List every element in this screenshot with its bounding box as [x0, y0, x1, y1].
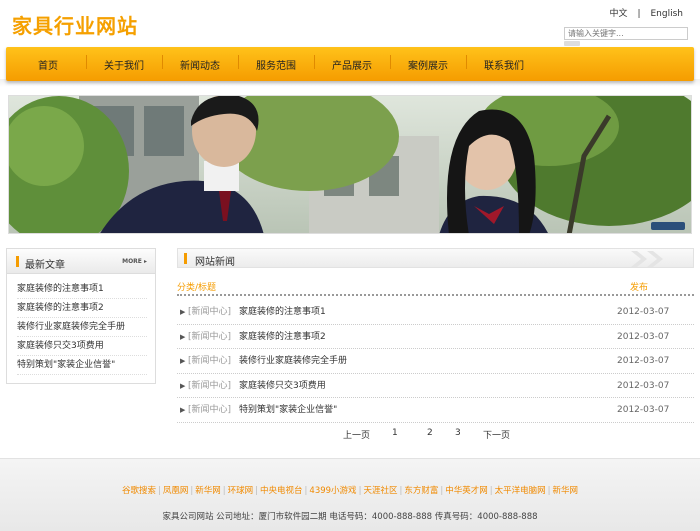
arrow-right-icon: ▶: [180, 381, 186, 390]
latest-articles-header: 最新文章 MORE ▸: [7, 249, 155, 274]
header-accent-bar: [16, 256, 19, 267]
link-separator: |: [489, 486, 493, 496]
footer-link[interactable]: 谷歌搜索: [122, 486, 156, 496]
link-separator: |: [547, 486, 551, 496]
footer-link[interactable]: 凤凰网: [163, 486, 189, 496]
page-link-2[interactable]: 2: [427, 428, 433, 438]
nav-item-home[interactable]: 首页: [10, 57, 86, 72]
news-title-link[interactable]: 家庭装修的注意事项2: [239, 325, 326, 349]
news-row[interactable]: ▶ [新闻中心] 家庭装修的注意事项1 2012-03-07: [177, 300, 694, 325]
article-link[interactable]: 家庭装修的注意事项2: [17, 299, 147, 318]
news-date: 2012-03-07: [617, 380, 670, 391]
news-category[interactable]: [新闻中心]: [188, 398, 231, 422]
column-title-header: 分类/标题: [177, 283, 217, 293]
more-link[interactable]: MORE ▸: [122, 258, 147, 265]
hero-banner: [8, 95, 692, 234]
latest-articles-title: 最新文章: [25, 260, 65, 271]
news-row[interactable]: ▶ [新闻中心] 特别策划"家装企业信誉" 2012-03-07: [177, 398, 694, 423]
site-news-panel: 网站新闻 分类/标题 发布 ▶ [新闻中心] 家庭装修的注意事项1 2012-0…: [177, 248, 694, 441]
footer-link[interactable]: 东方财富: [404, 486, 438, 496]
page-link-1[interactable]: 1: [392, 428, 398, 438]
site-logo[interactable]: 家具行业网站: [12, 10, 138, 39]
arrow-right-icon: ▶: [180, 406, 186, 414]
nav-item-news[interactable]: 新闻动态: [162, 54, 238, 72]
link-separator: |: [358, 486, 362, 496]
prev-page-link[interactable]: 上一页: [343, 428, 370, 441]
nav-item-about[interactable]: 关于我们: [86, 54, 162, 72]
lang-english-link[interactable]: English: [651, 9, 684, 19]
article-link[interactable]: 家庭装修只交3项费用: [17, 337, 147, 356]
news-date: 2012-03-07: [617, 356, 670, 366]
page-link-3[interactable]: 3: [455, 428, 461, 438]
lang-chinese-link[interactable]: 中文: [609, 9, 627, 19]
news-category[interactable]: [新闻中心]: [188, 374, 231, 398]
link-separator: |: [157, 486, 161, 496]
news-list: ▶ [新闻中心] 家庭装修的注意事项1 2012-03-07 ▶ [新闻中心] …: [177, 300, 694, 423]
news-table-header: 分类/标题 发布: [177, 280, 694, 296]
next-page-link[interactable]: 下一页: [483, 428, 510, 441]
news-category[interactable]: [新闻中心]: [188, 325, 231, 349]
news-category[interactable]: [新闻中心]: [188, 300, 231, 324]
search-button[interactable]: [564, 41, 580, 46]
footer-link[interactable]: 新华网: [553, 486, 579, 496]
news-row[interactable]: ▶ [新闻中心] 装修行业家庭装修完全手册 2012-03-07: [177, 349, 694, 374]
nav-item-contact[interactable]: 联系我们: [466, 54, 542, 72]
news-date: 2012-03-07: [617, 331, 670, 342]
news-row[interactable]: ▶ [新闻中心] 家庭装修只交3项费用 2012-03-07: [177, 374, 694, 398]
article-link[interactable]: 家庭装修的注意事项1: [17, 280, 147, 299]
footer-contact-info: 家具公司网站 公司地址：厦门市软件园二期 电话号码：4000-888-888 传…: [162, 512, 538, 522]
friend-links: 谷歌搜索 | 凤凰网 | 新华网 | 环球网 | 中央电视台 | 4399小游戏 | 天涯社区 | 东方财富…: [0, 484, 700, 496]
article-link[interactable]: 特别策划"家装企业信誉": [17, 356, 147, 375]
nav-item-products[interactable]: 产品展示: [314, 54, 390, 72]
news-date: 2012-03-07: [617, 405, 670, 415]
header-accent-bar: [184, 253, 187, 264]
latest-articles-panel: 最新文章 MORE ▸ 家庭装修的注意事项1 家庭装修的注意事项2 装修行业家庭…: [6, 248, 156, 384]
arrow-right-icon: ▶: [180, 308, 186, 316]
main-nav: 首页 关于我们 新闻动态 服务范围 产品展示 案例展示 联系我们: [6, 47, 694, 81]
site-footer: 谷歌搜索 | 凤凰网 | 新华网 | 环球网 | 中央电视台 | 4399小游戏 | 天涯社区 | 东方财富…: [0, 458, 700, 531]
banner-photo: [9, 96, 691, 233]
news-title-link[interactable]: 家庭装修的注意事项1: [239, 300, 326, 324]
article-link[interactable]: 装修行业家庭装修完全手册: [17, 318, 147, 337]
footer-link[interactable]: 天涯社区: [363, 486, 397, 496]
arrow-right-icon: ▶: [180, 357, 186, 365]
news-title-link[interactable]: 装修行业家庭装修完全手册: [239, 349, 347, 373]
chevron-right-icon: [631, 251, 663, 267]
footer-link[interactable]: 太平洋电脑网: [495, 486, 546, 496]
nav-item-services[interactable]: 服务范围: [238, 54, 314, 72]
news-date: 2012-03-07: [617, 307, 670, 317]
footer-link[interactable]: 中央电视台: [260, 486, 303, 496]
footer-link[interactable]: 中华英才网: [445, 486, 488, 496]
language-switcher: 中文 | English: [604, 6, 688, 19]
link-separator: |: [399, 486, 403, 496]
news-title-link[interactable]: 特别策划"家装企业信誉": [239, 398, 337, 422]
site-news-title: 网站新闻: [195, 257, 235, 268]
site-news-header: 网站新闻: [177, 248, 694, 268]
lang-separator: |: [637, 9, 641, 19]
news-title-link[interactable]: 家庭装修只交3项费用: [239, 374, 326, 398]
news-row[interactable]: ▶ [新闻中心] 家庭装修的注意事项2 2012-03-07: [177, 325, 694, 349]
footer-link[interactable]: 新华网: [195, 486, 221, 496]
nav-item-cases[interactable]: 案例展示: [390, 54, 466, 72]
search-input[interactable]: [564, 27, 688, 40]
link-separator: |: [190, 486, 194, 496]
footer-link[interactable]: 环球网: [228, 486, 254, 496]
footer-link[interactable]: 4399小游戏: [309, 486, 356, 496]
link-separator: |: [440, 486, 444, 496]
link-separator: |: [222, 486, 226, 496]
link-separator: |: [255, 486, 259, 496]
news-category[interactable]: [新闻中心]: [188, 349, 231, 373]
arrow-right-icon: ▶: [180, 332, 186, 341]
column-date-header: 发布: [630, 283, 649, 293]
link-separator: |: [304, 486, 308, 496]
